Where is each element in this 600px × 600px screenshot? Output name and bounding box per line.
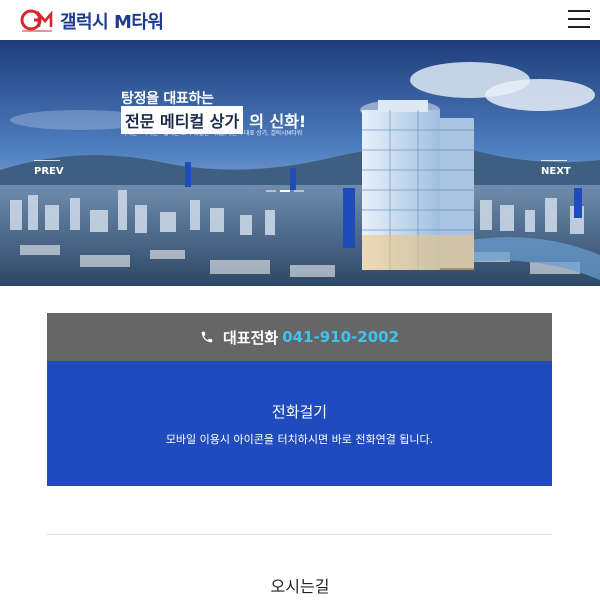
hamburger-menu-icon[interactable] bbox=[568, 10, 590, 28]
logo[interactable]: 갤럭시 M타워 bbox=[20, 8, 164, 34]
slider-pagination bbox=[266, 190, 304, 192]
phone-info-bar: 대표전화 041-910-2002 bbox=[47, 313, 552, 361]
call-title: 전화걸기 bbox=[271, 403, 328, 421]
hero-image bbox=[0, 40, 600, 286]
phone-label: 대표전화 bbox=[222, 328, 279, 347]
call-description: 모바일 이용시 아이콘을 터치하시면 바로 전화연결 됩니다. bbox=[165, 433, 434, 446]
hero-headline: 탕정을 대표하는 bbox=[121, 91, 214, 107]
slider-dot-active[interactable] bbox=[280, 190, 290, 192]
phone-icon bbox=[201, 331, 213, 343]
site-header: 갤럭시 M타워 bbox=[0, 0, 600, 40]
slider-next-button[interactable]: NEXT bbox=[541, 160, 571, 177]
call-button-panel[interactable]: 전화걸기 모바일 이용시 아이콘을 터치하시면 바로 전화연결 됩니다. bbox=[47, 361, 552, 486]
directions-title: 오시는길 bbox=[270, 577, 330, 596]
hero-banner: 탕정을 대표하는 전문 메티컬 상가 의 신화! 역세권 · 학세권 · 법세권… bbox=[0, 40, 600, 286]
phone-number[interactable]: 041-910-2002 bbox=[282, 328, 399, 346]
logo-mark bbox=[20, 9, 54, 33]
section-divider bbox=[47, 534, 552, 535]
slider-prev-button[interactable]: PREV bbox=[34, 160, 64, 177]
brand-name: 갤럭시 M타워 bbox=[60, 12, 164, 33]
hero-subtext: 역세권 · 학세권 · 법세권 보다 확실한 의(醫)세권의 대표 상가, 갤럭… bbox=[121, 130, 302, 137]
slider-dot[interactable] bbox=[266, 190, 276, 192]
slider-dot[interactable] bbox=[294, 190, 304, 192]
